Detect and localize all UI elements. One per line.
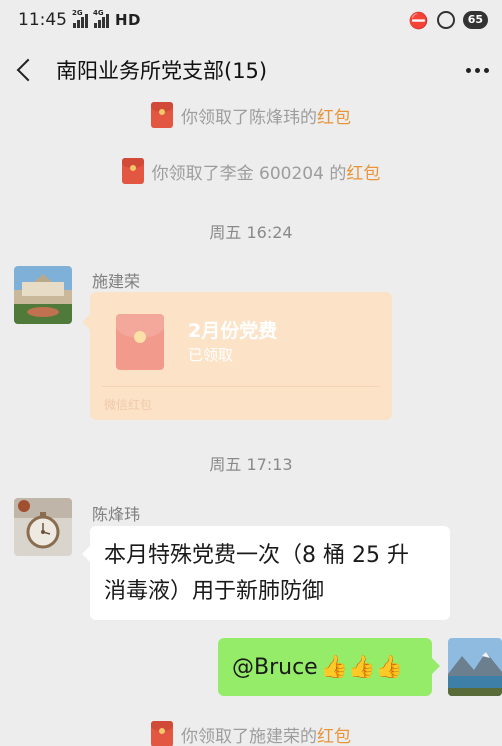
battery-icon: 65	[462, 11, 488, 29]
own-text-message[interactable]: @Bruce 👍👍👍	[218, 638, 440, 696]
red-envelope-icon	[121, 158, 144, 184]
vibrate-off-icon: ⛔	[408, 10, 429, 30]
hd-label: HD	[115, 11, 142, 29]
red-envelope-status: 已领取	[188, 346, 234, 364]
more-options-button[interactable]	[452, 42, 502, 98]
red-envelope-link[interactable]: 红包	[317, 108, 351, 128]
message-text: @Bruce	[232, 654, 318, 680]
timestamp: 周五 16:24	[209, 223, 293, 242]
timestamp: 周五 17:13	[209, 455, 293, 474]
chat-title: 南阳业务所党支部(15)	[56, 59, 268, 83]
alarm-icon	[436, 11, 455, 29]
message-line: 消毒液）用于新肺防御	[104, 579, 325, 604]
back-arrow-icon	[16, 58, 40, 82]
message-line: 本月特殊党费一次（8 桶 25 升	[104, 543, 409, 568]
red-envelope-link[interactable]: 红包	[317, 727, 351, 746]
status-bar: 11:45 2G 4G HD ⛔ 65	[0, 0, 502, 40]
notice-text: 你领取了李金 600204 的红包	[151, 163, 381, 184]
system-notice: 你领取了施建荣的红包	[0, 721, 502, 746]
avatar[interactable]	[14, 266, 72, 324]
red-envelope-icon	[116, 314, 164, 370]
own-avatar[interactable]	[448, 638, 502, 696]
notice-text: 你领取了施建荣的红包	[181, 726, 351, 746]
red-envelope-icon	[151, 102, 173, 128]
status-left: 11:45 2G 4G HD	[18, 9, 142, 30]
avatar[interactable]	[14, 498, 72, 556]
red-envelope-icon	[151, 721, 173, 746]
status-right: ⛔ 65	[409, 11, 488, 30]
network-type-1: 2G	[72, 9, 83, 17]
back-button[interactable]	[0, 42, 48, 98]
signal-icon-2: 4G	[93, 9, 109, 28]
red-envelope-link[interactable]: 红包	[346, 164, 380, 184]
thumbs-up-emoji: 👍👍👍	[320, 654, 403, 680]
divider	[102, 386, 380, 387]
signal-icon: 2G	[72, 9, 88, 28]
red-envelope-message[interactable]: 2月份党费 已领取 微信红包	[82, 292, 392, 420]
system-notice: 你领取了李金 600204 的红包	[0, 158, 502, 184]
sender-name: 陈烽玮	[92, 505, 141, 524]
system-notice: 你领取了陈烽玮的红包	[0, 102, 502, 128]
chat-header: 南阳业务所党支部(15)	[0, 42, 502, 98]
red-envelope-title: 2月份党费	[188, 320, 278, 342]
notice-text: 你领取了陈烽玮的红包	[181, 107, 351, 128]
sender-name: 施建荣	[92, 272, 141, 291]
status-time: 11:45	[18, 10, 67, 30]
network-type-2: 4G	[93, 9, 104, 17]
text-message[interactable]: 本月特殊党费一次（8 桶 25 升 消毒液）用于新肺防御	[82, 526, 450, 620]
red-envelope-footer: 微信红包	[104, 398, 153, 412]
